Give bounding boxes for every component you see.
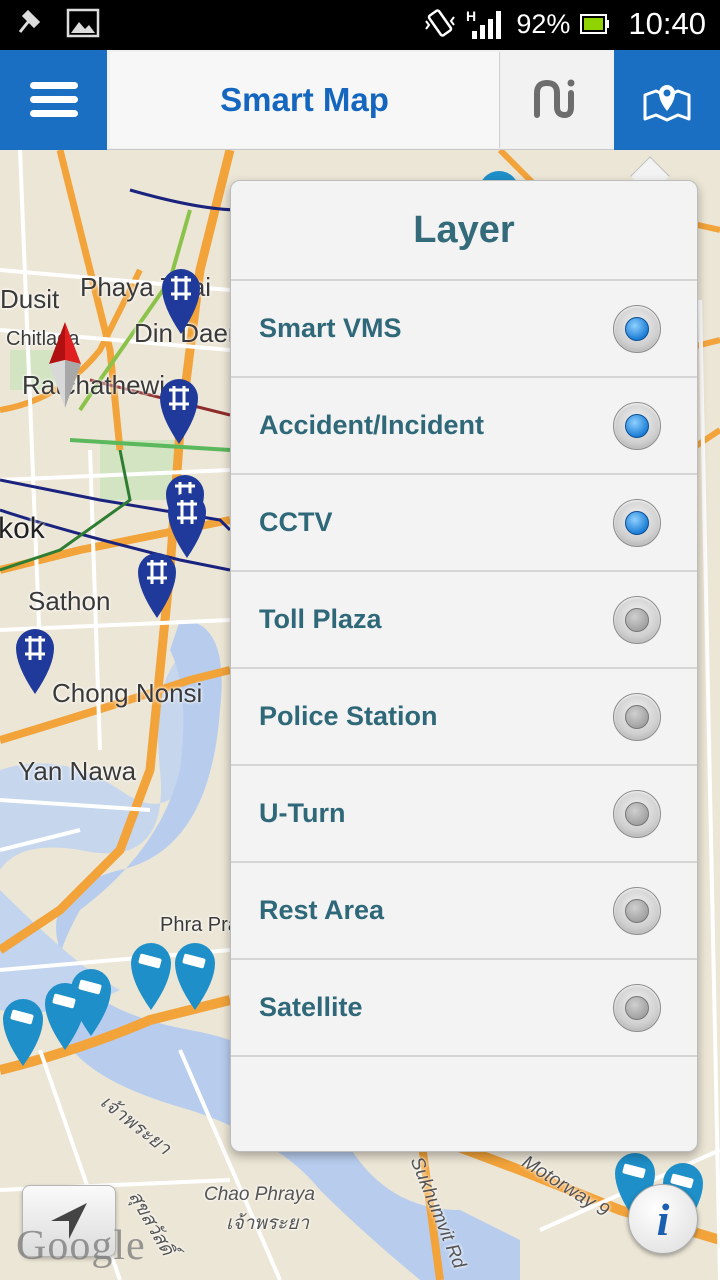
cctv-marker-icon[interactable] <box>128 940 174 1012</box>
layer-item-rest-area[interactable]: Rest Area <box>231 863 697 960</box>
layer-item-accident-incident[interactable]: Accident/Incident <box>231 378 697 475</box>
signal-icon: H <box>466 8 502 39</box>
app-header: Smart Map <box>0 50 720 150</box>
layer-radio[interactable] <box>613 886 661 935</box>
map-label: Ratchathewi <box>22 370 166 400</box>
layer-item-label: CCTV <box>259 507 333 537</box>
menu-button[interactable] <box>0 50 107 150</box>
hamburger-menu-icon <box>29 82 78 117</box>
page-title: Smart Map <box>220 81 389 118</box>
compass-icon[interactable] <box>45 320 85 410</box>
layer-item-label: Smart VMS <box>259 313 402 343</box>
pin-notification-icon <box>18 9 41 33</box>
layer-item-label: Accident/Incident <box>259 410 485 440</box>
vms-marker-icon[interactable] <box>156 376 202 446</box>
layers-button[interactable] <box>614 50 720 150</box>
vms-marker-icon[interactable] <box>134 550 180 620</box>
vibrate-icon <box>425 9 456 37</box>
layer-item-label: Rest Area <box>259 895 385 925</box>
layer-item-toll-plaza[interactable]: Toll Plaza <box>231 572 697 669</box>
layer-item-satellite[interactable]: Satellite <box>231 960 697 1057</box>
layer-item-label: Police Station <box>259 701 438 731</box>
info-button[interactable]: i <box>628 1184 698 1254</box>
vms-marker-icon[interactable] <box>12 626 58 696</box>
clock: 10:40 <box>628 6 706 41</box>
nu-logo-icon <box>534 79 575 119</box>
layer-item-u-turn[interactable]: U-Turn <box>231 766 697 863</box>
layer-item-label: Toll Plaza <box>259 604 382 634</box>
popup-title: Layer <box>231 181 697 281</box>
layer-item-police-station[interactable]: Police Station <box>231 669 697 766</box>
map-label: Chong Nonsi <box>52 678 203 708</box>
layer-radio[interactable] <box>613 595 661 644</box>
map-label: Dusit <box>0 284 60 314</box>
map-label: เจ้าพระยา <box>226 1213 310 1234</box>
layer-radio[interactable] <box>613 304 661 353</box>
vms-marker-icon[interactable] <box>158 266 204 336</box>
layer-item-cctv[interactable]: CCTV <box>231 475 697 572</box>
layer-radio[interactable] <box>613 789 661 838</box>
map-label: Bangkok <box>0 512 45 545</box>
map-label: Yan Nawa <box>18 756 137 786</box>
signal-type-label: H <box>466 8 476 24</box>
layer-radio[interactable] <box>613 983 661 1032</box>
map-label: Sathon <box>28 586 111 616</box>
google-attribution: Google <box>16 1223 146 1269</box>
map-pin-icon <box>643 85 691 122</box>
layer-radio[interactable] <box>613 692 661 741</box>
layer-radio[interactable] <box>613 498 661 547</box>
map-label: Chao Phraya <box>204 1184 315 1205</box>
layer-radio[interactable] <box>613 401 661 450</box>
nu-button[interactable] <box>502 52 610 148</box>
cctv-marker-icon[interactable] <box>42 980 88 1052</box>
layer-item-label: U-Turn <box>259 798 346 828</box>
cctv-marker-icon[interactable] <box>172 940 218 1012</box>
info-icon: i <box>656 1193 670 1245</box>
status-bar: H 92% 10:40 <box>0 0 720 50</box>
layer-item-label: Satellite <box>259 992 363 1022</box>
image-notification-icon <box>66 8 100 38</box>
layer-item-smart-vms[interactable]: Smart VMS <box>231 281 697 378</box>
layer-popup: Layer Smart VMS Accident/Incident CCTV T… <box>230 180 698 1152</box>
title-area: Smart Map <box>110 52 500 148</box>
battery-icon <box>580 14 610 34</box>
battery-percent: 92% <box>516 8 571 39</box>
cctv-marker-icon[interactable] <box>0 996 46 1068</box>
